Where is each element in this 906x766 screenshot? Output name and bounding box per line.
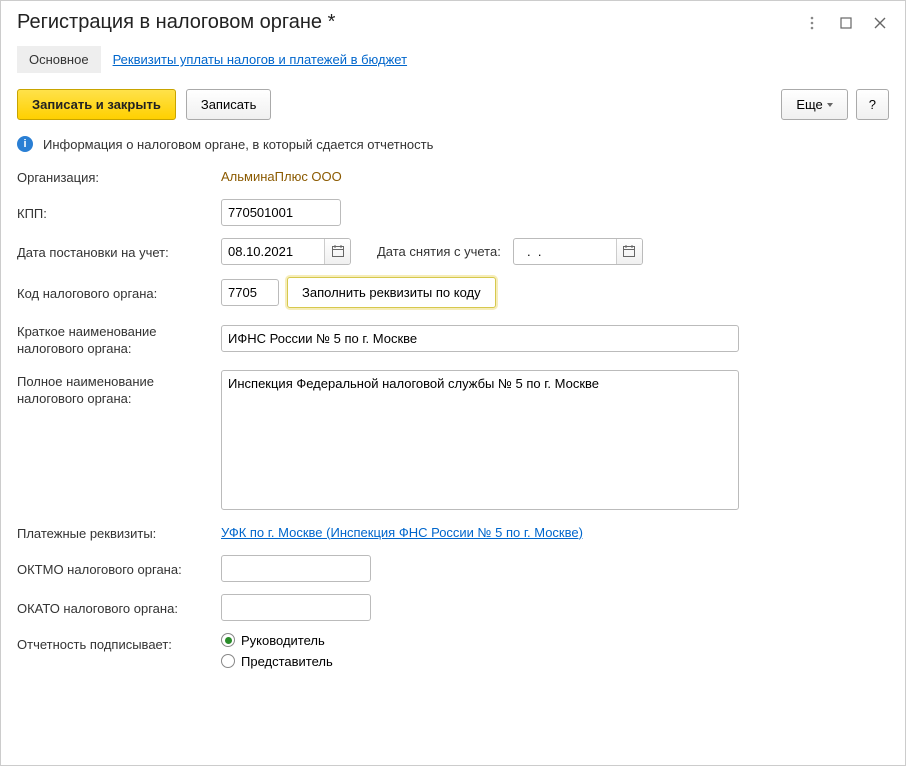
deregistration-date-label: Дата снятия с учета: — [377, 244, 501, 259]
okato-input[interactable] — [221, 594, 371, 621]
radio-icon — [221, 633, 235, 647]
kpp-input[interactable] — [221, 199, 341, 226]
fill-by-code-button[interactable]: Заполнить реквизиты по коду — [287, 277, 496, 308]
maximize-icon[interactable] — [837, 14, 855, 32]
signer-option-representative[interactable]: Представитель — [221, 654, 333, 669]
tab-payment-details-link[interactable]: Реквизиты уплаты налогов и платежей в бю… — [109, 46, 411, 73]
signer-option-director-label: Руководитель — [241, 633, 325, 648]
calendar-icon — [331, 244, 345, 258]
signer-label: Отчетность подписывает: — [17, 633, 221, 654]
info-text: Информация о налоговом органе, в который… — [43, 137, 433, 152]
save-button[interactable]: Записать — [186, 89, 272, 120]
okato-label: ОКАТО налогового органа: — [17, 597, 221, 618]
deregistration-date-input[interactable] — [514, 239, 616, 264]
save-close-button[interactable]: Записать и закрыть — [17, 89, 176, 120]
registration-date-label: Дата постановки на учет: — [17, 241, 221, 262]
full-name-textarea[interactable] — [221, 370, 739, 510]
full-name-label: Полное наименование налогового органа: — [17, 370, 221, 408]
tax-code-label: Код налогового органа: — [17, 282, 221, 303]
more-button[interactable]: Еще — [781, 89, 847, 120]
short-name-label: Краткое наименование налогового органа: — [17, 320, 221, 358]
registration-date-calendar-button[interactable] — [324, 239, 350, 264]
radio-icon — [221, 654, 235, 668]
organization-label: Организация: — [17, 166, 221, 187]
more-vertical-icon[interactable] — [803, 14, 821, 32]
calendar-icon — [622, 244, 636, 258]
info-icon: i — [17, 136, 33, 152]
signer-option-director[interactable]: Руководитель — [221, 633, 333, 648]
tax-code-input[interactable] — [221, 279, 279, 306]
close-icon[interactable] — [871, 14, 889, 32]
oktmo-input[interactable] — [221, 555, 371, 582]
payment-details-link[interactable]: УФК по г. Москве (Инспекция ФНС России №… — [221, 525, 583, 540]
page-title: Регистрация в налоговом органе * — [17, 11, 335, 34]
chevron-down-icon — [827, 103, 833, 107]
help-button[interactable]: ? — [856, 89, 889, 120]
tab-main[interactable]: Основное — [17, 46, 101, 73]
more-button-label: Еще — [796, 97, 822, 112]
kpp-label: КПП: — [17, 202, 221, 223]
signer-option-representative-label: Представитель — [241, 654, 333, 669]
deregistration-date-calendar-button[interactable] — [616, 239, 642, 264]
registration-date-input[interactable] — [222, 239, 324, 264]
oktmo-label: ОКТМО налогового органа: — [17, 558, 221, 579]
payment-details-label: Платежные реквизиты: — [17, 522, 221, 543]
organization-link[interactable]: АльминаПлюс ООО — [221, 169, 342, 184]
short-name-input[interactable] — [221, 325, 739, 352]
